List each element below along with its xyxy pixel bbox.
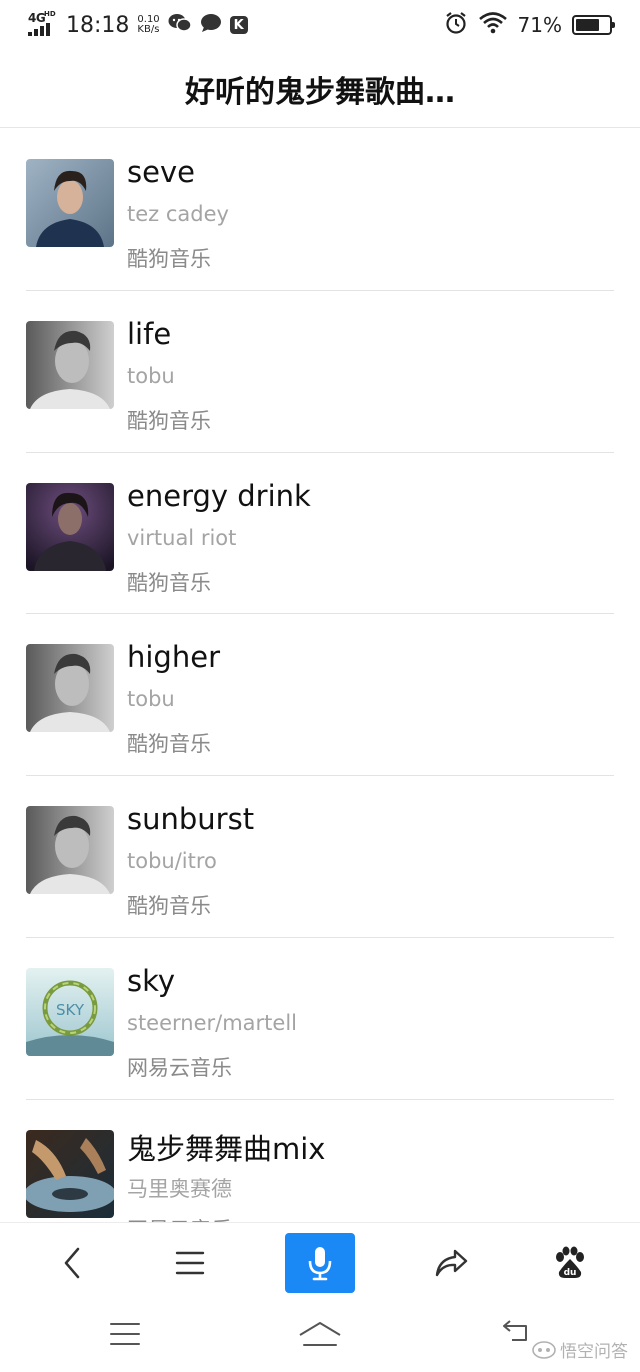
- menu-icon[interactable]: [155, 1233, 225, 1293]
- network-speed: 0.10 KB/s: [137, 15, 159, 35]
- song-title: sky: [127, 963, 176, 998]
- album-cover: SKY: [26, 967, 114, 1056]
- microphone-icon[interactable]: [285, 1233, 355, 1293]
- song-source: 酷狗音乐: [127, 732, 211, 757]
- signal-icon: 4G HD: [28, 10, 58, 40]
- song-source: 酷狗音乐: [127, 408, 211, 433]
- album-cover: [26, 482, 114, 571]
- back-icon[interactable]: [37, 1233, 107, 1293]
- home-icon[interactable]: [290, 1309, 350, 1359]
- song-item[interactable]: energy drink virtual riot 酷狗音乐: [26, 453, 614, 615]
- share-icon[interactable]: [416, 1233, 486, 1293]
- song-item[interactable]: 鬼步舞舞曲mix 马里奥赛德 网易云音乐: [26, 1100, 614, 1222]
- song-artist: tobu: [127, 363, 175, 388]
- watermark: 悟空问答: [532, 1337, 628, 1362]
- song-artist: tobu/itro: [127, 849, 217, 874]
- song-list: seve tez cadey 酷狗音乐 life tobu 酷狗音乐 energ…: [0, 129, 640, 1222]
- song-item[interactable]: SKY sky steerner/martell 网易云音乐: [26, 938, 614, 1100]
- song-title: life: [127, 316, 172, 351]
- song-source: 酷狗音乐: [127, 247, 211, 271]
- album-cover: [26, 320, 114, 409]
- menu-icon[interactable]: [95, 1309, 155, 1359]
- song-source: 酷狗音乐: [127, 894, 211, 919]
- song-artist: tez cadey: [127, 202, 229, 226]
- album-cover: [26, 159, 114, 247]
- watermark-text: 悟空问答: [560, 1342, 628, 1362]
- album-cover-text: SKY: [56, 1001, 85, 1019]
- wukong-logo-icon: [532, 1340, 556, 1359]
- baidu-paw-icon[interactable]: du: [535, 1233, 605, 1293]
- song-item[interactable]: seve tez cadey 酷狗音乐: [26, 129, 614, 291]
- clock: 18:18: [66, 12, 130, 38]
- album-cover: [26, 1129, 114, 1218]
- song-source: 网易云音乐: [127, 1055, 232, 1080]
- network-hd-label: HD: [44, 10, 56, 18]
- song-artist: virtual riot: [127, 525, 237, 550]
- network-speed-unit: KB/s: [137, 24, 160, 35]
- wechat-icon: [168, 13, 192, 37]
- wifi-icon: [478, 11, 508, 39]
- song-item[interactable]: sunburst tobu/itro 酷狗音乐: [26, 776, 614, 938]
- song-item[interactable]: life tobu 酷狗音乐: [26, 291, 614, 453]
- song-title: sunburst: [127, 802, 255, 837]
- song-title: 鬼步舞舞曲mix: [127, 1131, 326, 1166]
- baidu-label: du: [564, 1268, 577, 1278]
- song-artist: tobu: [127, 687, 175, 712]
- song-source: 网易云音乐: [127, 1214, 232, 1222]
- system-nav-bar: 悟空问答: [0, 1297, 640, 1372]
- album-cover: [26, 644, 114, 733]
- bottom-toolbar: du: [0, 1222, 640, 1297]
- song-item[interactable]: higher tobu 酷狗音乐: [26, 614, 614, 777]
- alarm-icon: [444, 11, 468, 39]
- status-bar: 4G HD 18:18 0.10 KB/s K 71%: [0, 0, 640, 50]
- battery-icon: [572, 15, 615, 35]
- song-title: seve: [127, 155, 195, 189]
- song-artist: 马里奥赛德: [127, 1176, 232, 1201]
- header: 好听的鬼步舞歌曲…: [0, 50, 640, 128]
- k-app-icon: K: [229, 16, 248, 34]
- song-title: energy drink: [127, 478, 311, 513]
- song-artist: steerner/martell: [127, 1010, 297, 1035]
- battery-percent: 71%: [517, 13, 562, 37]
- album-cover: [26, 806, 114, 895]
- song-source: 酷狗音乐: [127, 570, 211, 595]
- page-title: 好听的鬼步舞歌曲…: [185, 74, 455, 110]
- message-icon: [200, 13, 222, 37]
- song-title: higher: [127, 640, 220, 675]
